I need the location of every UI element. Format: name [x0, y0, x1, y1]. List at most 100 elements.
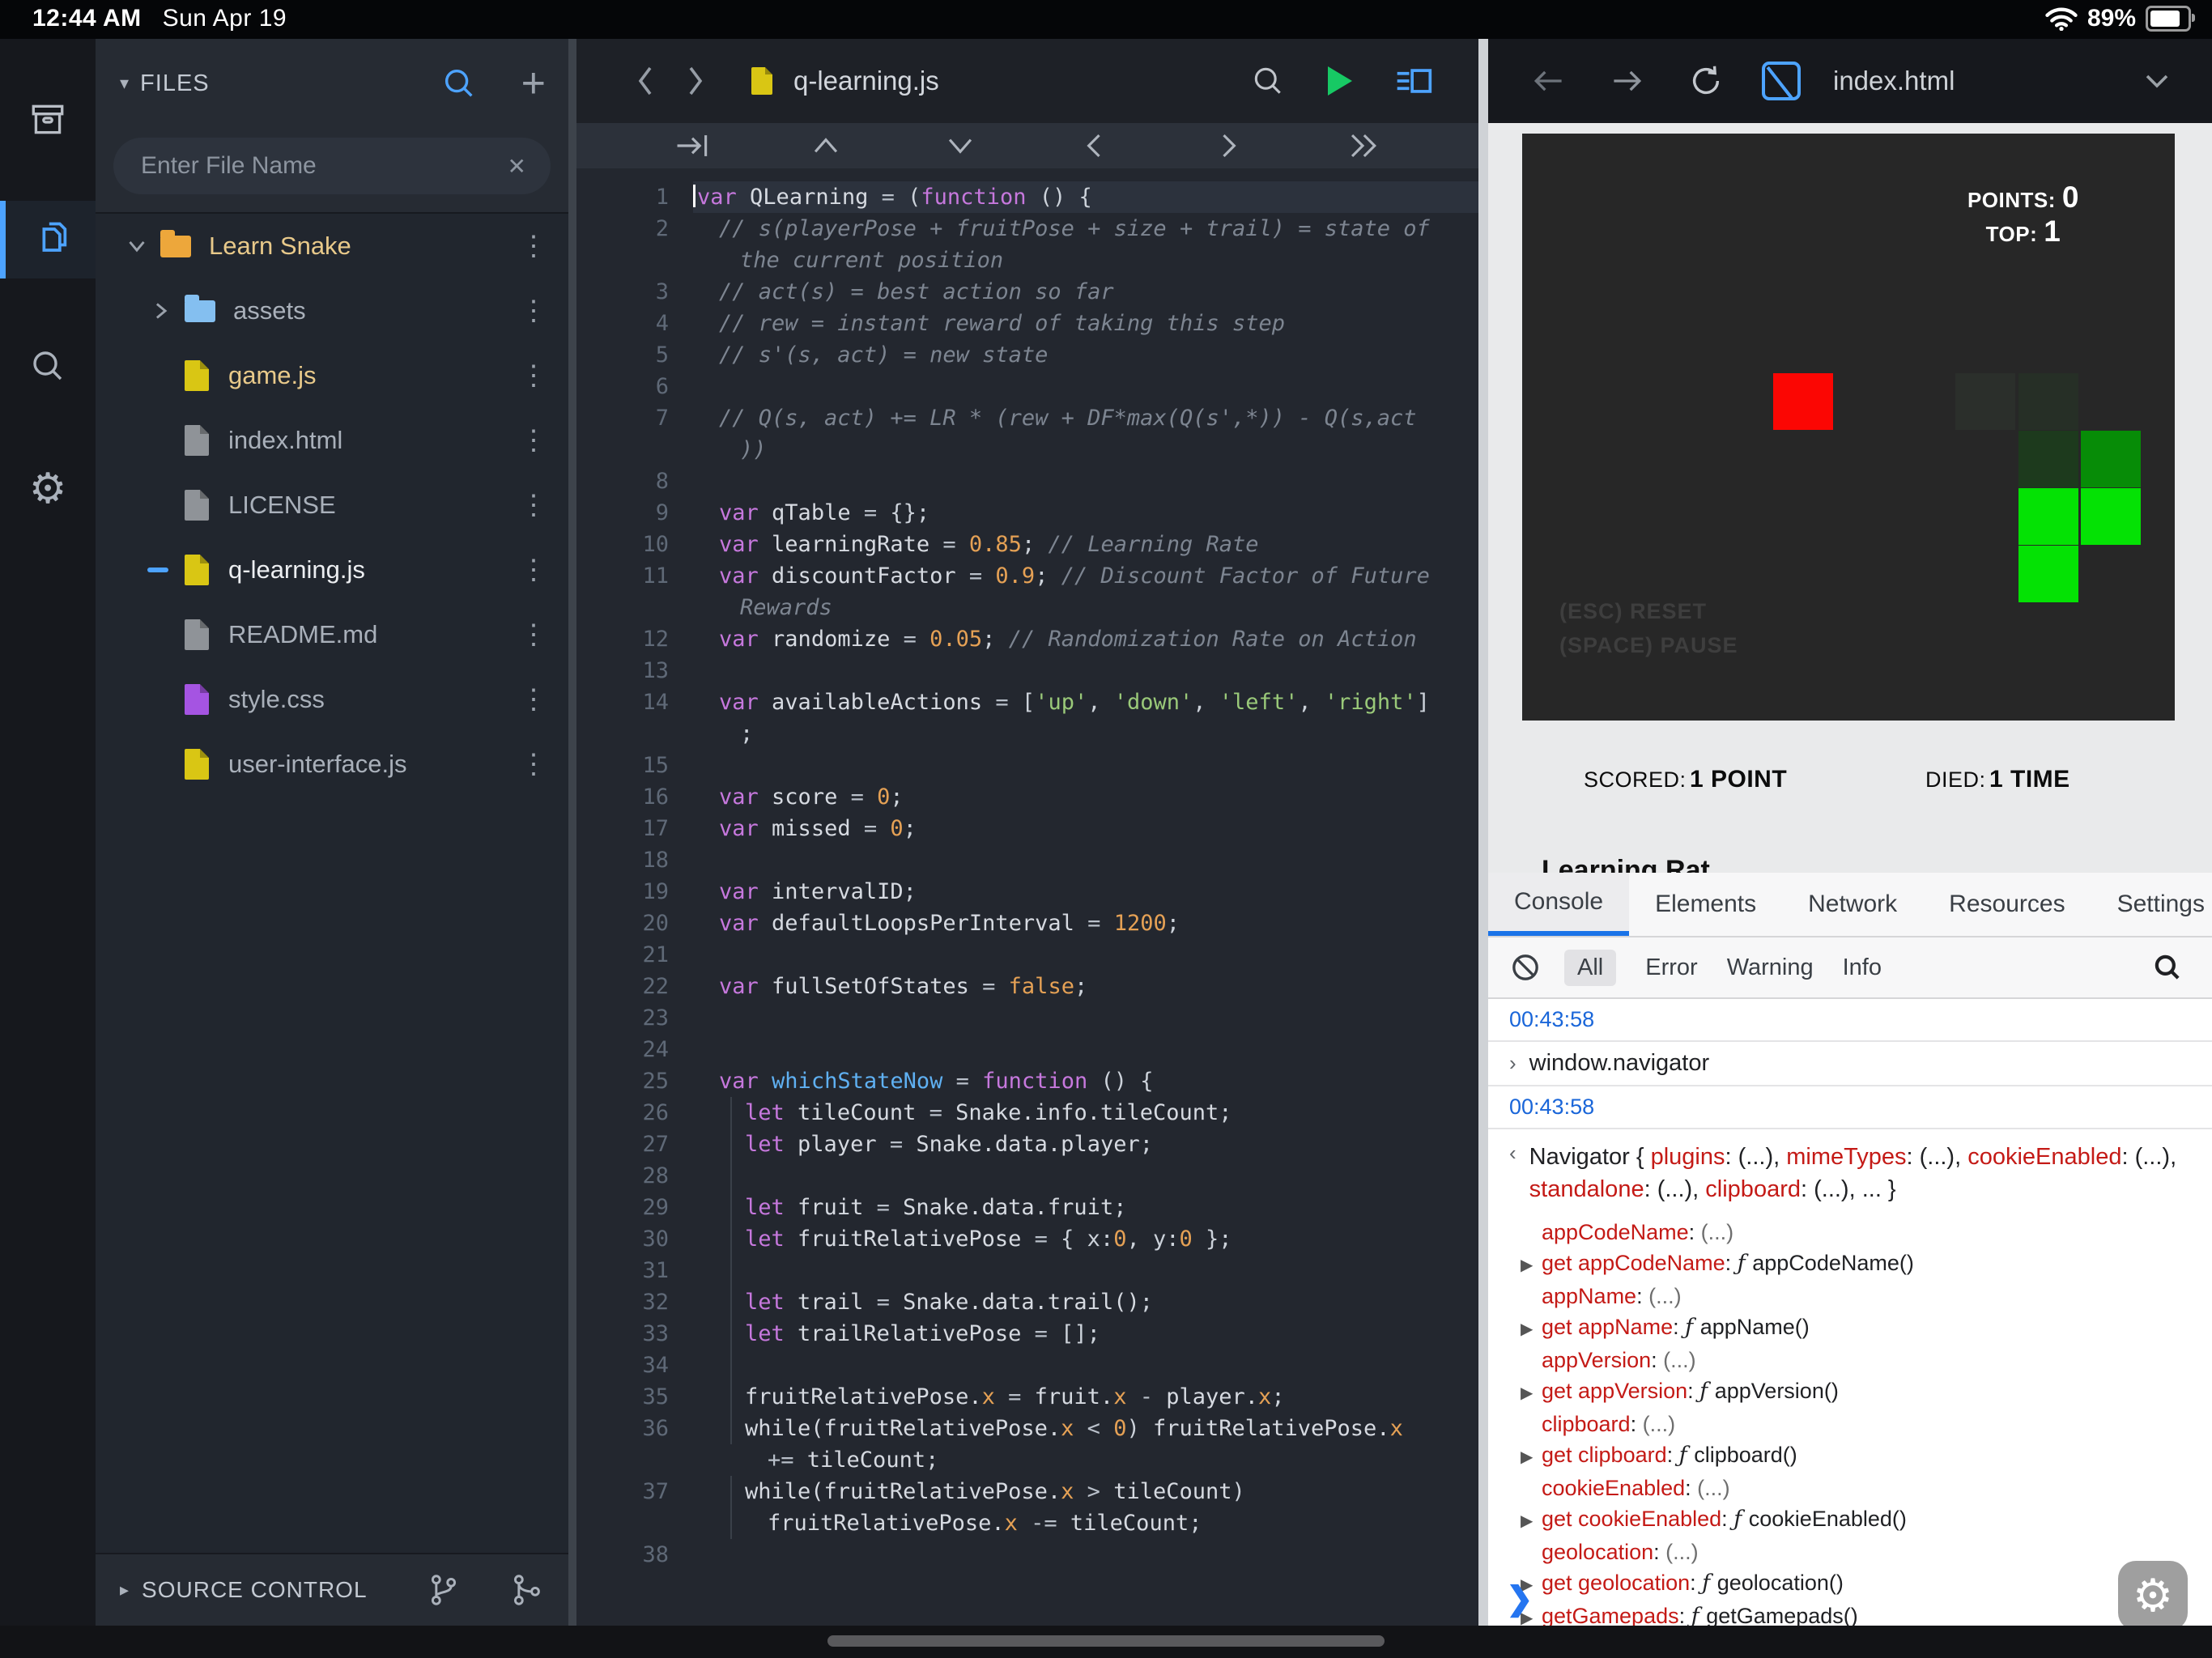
inspector-tab-settings[interactable]: Settings: [2091, 873, 2212, 936]
collapse-chevron-icon[interactable]: ‹: [1509, 1141, 1516, 1205]
browser-back-icon[interactable]: [1529, 65, 1568, 97]
expand-triangle-icon[interactable]: ▶: [1521, 1506, 1542, 1537]
expand-triangle-icon[interactable]: ▶: [1521, 1250, 1542, 1281]
folder-icon: [160, 236, 191, 257]
editor-header: q-learning.js: [576, 39, 1478, 123]
tree-item-user-interface-js[interactable]: user-interface.js⋮: [96, 732, 568, 797]
battery-percent: 89%: [2087, 5, 2136, 32]
filter-all[interactable]: All: [1564, 950, 1616, 986]
code-area[interactable]: 1var QLearning = (function () {2// s(pla…: [576, 168, 1478, 1626]
git-merge-icon[interactable]: [508, 1572, 544, 1608]
line-number: [576, 1507, 693, 1539]
pause-hint: (SPACE) PAUSE: [1559, 628, 1738, 662]
file-name-input[interactable]: [113, 151, 508, 181]
indent-icon[interactable]: [673, 130, 712, 162]
chevron-up-icon[interactable]: [806, 130, 845, 162]
tree-chevron-right-icon[interactable]: [147, 297, 185, 325]
item-menu-icon[interactable]: ⋮: [520, 232, 547, 260]
run-button[interactable]: [1328, 66, 1352, 96]
code-line: 12var randomize = 0.05; // Randomization…: [576, 623, 1478, 655]
search-rail-button[interactable]: [0, 327, 96, 405]
inspector-tab-network[interactable]: Network: [1782, 873, 1923, 936]
editor-back-icon[interactable]: [632, 63, 659, 99]
tree-item-assets[interactable]: assets⋮: [96, 278, 568, 343]
game-canvas[interactable]: POINTS:0 TOP:1 (ESC) RESET (SPACE) PAUSE: [1522, 134, 2175, 721]
modified-indicator: [147, 568, 185, 572]
home-indicator[interactable]: [827, 1635, 1385, 1647]
files-sidebar: ▾ FILES + ✕ Learn Snake⋮assets⋮game.js⋮i…: [96, 39, 568, 1626]
editor-search-icon[interactable]: [1250, 63, 1286, 99]
item-menu-icon[interactable]: ⋮: [520, 686, 547, 713]
editor-scrollbar[interactable]: [1478, 39, 1488, 1626]
tree-item-license[interactable]: LICENSE⋮: [96, 473, 568, 538]
line-number: 10: [576, 529, 693, 560]
tree-item-readme-md[interactable]: README.md⋮: [96, 602, 568, 667]
code-line: 10var learningRate = 0.85; // Learning R…: [576, 529, 1478, 560]
files-header[interactable]: ▾ FILES +: [96, 39, 568, 128]
double-chevron-right-icon[interactable]: [1343, 130, 1382, 162]
item-menu-icon[interactable]: ⋮: [520, 427, 547, 454]
browser-forward-icon[interactable]: [1608, 65, 1647, 97]
git-branch-icon[interactable]: [426, 1572, 462, 1608]
code-line: 38: [576, 1539, 1478, 1571]
tree-chevron-down-icon[interactable]: [123, 232, 160, 260]
expand-chevron-icon[interactable]: ›: [1509, 1051, 1516, 1075]
inspector-tab-resources[interactable]: Resources: [1923, 873, 2091, 936]
editor-forward-icon[interactable]: [682, 63, 709, 99]
clear-console-icon[interactable]: [1509, 951, 1542, 984]
inspector-tab-console[interactable]: Console: [1488, 873, 1629, 936]
floating-settings-button[interactable]: ⚙: [2118, 1561, 2188, 1630]
editor-tab-title[interactable]: q-learning.js: [793, 66, 939, 96]
line-number: 22: [576, 971, 693, 1002]
died-label: DIED:: [1925, 767, 1986, 792]
tree-item-style-css[interactable]: style.css⋮: [96, 667, 568, 732]
source-control-section[interactable]: ▸ SOURCE CONTROL: [96, 1553, 568, 1626]
sidebar-editor-divider[interactable]: [568, 39, 576, 1626]
split-view-icon[interactable]: [1394, 63, 1433, 99]
url-chevron-down-icon[interactable]: [2141, 69, 2173, 93]
line-number: 4: [576, 308, 693, 339]
file-search-icon[interactable]: [440, 65, 478, 102]
expand-triangle-icon[interactable]: ▶: [1521, 1378, 1542, 1409]
item-menu-icon[interactable]: ⋮: [520, 297, 547, 325]
tree-item-learn-snake[interactable]: Learn Snake⋮: [96, 214, 568, 278]
log-timestamp: 00:43:58: [1488, 1086, 2212, 1129]
expand-triangle-icon[interactable]: ▶: [1521, 1314, 1542, 1345]
console-prompt-icon[interactable]: ❯: [1506, 1580, 1534, 1618]
filter-warning[interactable]: Warning: [1727, 954, 1814, 981]
line-number: 37: [576, 1476, 693, 1507]
chevron-right-icon[interactable]: [1209, 130, 1248, 162]
date: Sun Apr 19: [163, 5, 287, 32]
files-button[interactable]: [0, 201, 96, 278]
files-collapse-icon: ▾: [120, 73, 129, 94]
chevron-down-icon[interactable]: [941, 130, 980, 162]
archive-button[interactable]: [0, 81, 96, 159]
code-line: 20var defaultLoopsPerInterval = 1200;: [576, 908, 1478, 939]
clear-input-icon[interactable]: ✕: [508, 153, 551, 180]
item-menu-icon[interactable]: ⋮: [520, 491, 547, 519]
inspector-tab-elements[interactable]: Elements: [1629, 873, 1782, 936]
item-menu-icon[interactable]: ⋮: [520, 556, 547, 584]
inspector-icon[interactable]: [1762, 62, 1801, 100]
chevron-left-icon[interactable]: [1075, 130, 1114, 162]
filter-error[interactable]: Error: [1645, 954, 1697, 981]
tab-file-icon: [751, 67, 772, 95]
item-menu-icon[interactable]: ⋮: [520, 621, 547, 648]
source-control-label: SOURCE CONTROL: [142, 1577, 367, 1603]
add-file-button[interactable]: +: [521, 67, 546, 100]
filter-info[interactable]: Info: [1843, 954, 1882, 981]
reload-icon[interactable]: [1687, 62, 1725, 100]
code-line: 18: [576, 844, 1478, 876]
item-menu-icon[interactable]: ⋮: [520, 362, 547, 389]
tree-item-q-learning-js[interactable]: q-learning.js⋮: [96, 538, 568, 602]
item-menu-icon[interactable]: ⋮: [520, 750, 547, 778]
tree-item-game-js[interactable]: game.js⋮: [96, 343, 568, 408]
console-search-icon[interactable]: [2150, 950, 2184, 984]
tree-item-index-html[interactable]: index.html⋮: [96, 408, 568, 473]
expand-triangle-icon[interactable]: ▶: [1521, 1442, 1542, 1473]
line-number: [576, 718, 693, 750]
settings-rail-button[interactable]: ⚙: [0, 450, 96, 528]
code-line: += tileCount;: [576, 1444, 1478, 1476]
preview-url[interactable]: index.html: [1833, 66, 1955, 96]
snake-cell: [2018, 546, 2078, 602]
